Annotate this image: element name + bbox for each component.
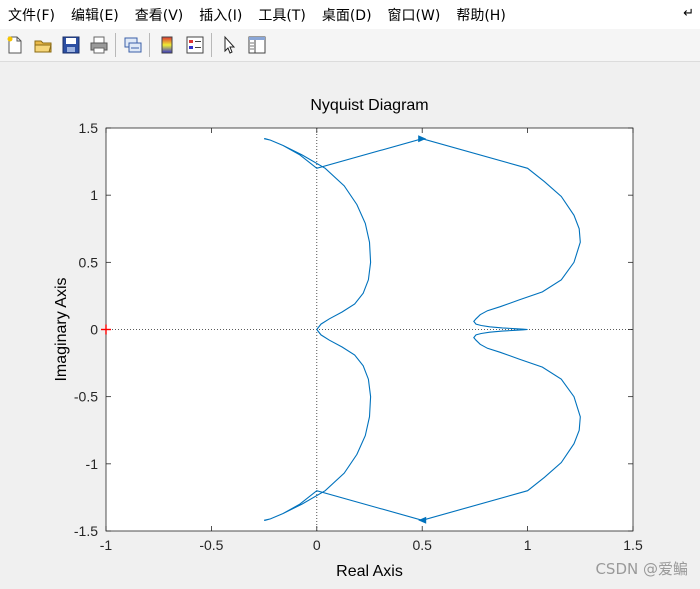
dock-arrow-icon[interactable]: ↵ [683, 6, 694, 21]
menu-tools[interactable]: 工具(T) [250, 0, 313, 29]
pointer-icon[interactable] [216, 33, 241, 58]
y-tick-label: 1 [90, 187, 98, 203]
y-tick-label: -1 [86, 456, 99, 472]
x-tick-label: -0.5 [199, 537, 223, 553]
menu-insert[interactable]: 插入(I) [191, 0, 250, 29]
print-icon[interactable] [86, 33, 111, 58]
menu-desktop[interactable]: 桌面(D) [314, 0, 380, 29]
figure-canvas: -1 -0.5 0 0.5 1 1.5 -1.5-1-0.500.511.5 Nyquis… [53, 97, 643, 580]
x-tick-label: -1 [100, 537, 113, 553]
save-icon[interactable] [58, 33, 83, 58]
menu-file[interactable]: 文件(F) [0, 0, 63, 29]
x-tick-label: 1 [524, 537, 532, 553]
y-tick-label: -0.5 [74, 389, 98, 405]
y-tick-label: 0 [90, 322, 98, 338]
watermark: CSDN @爱鳊 [595, 560, 688, 578]
x-tick-label: 0.5 [412, 537, 432, 553]
chart-title: Nyquist Diagram [310, 97, 428, 114]
x-axis-label: Real Axis [336, 563, 403, 580]
menu-window[interactable]: 窗口(W) [380, 0, 449, 29]
menu-help[interactable]: 帮助(H) [448, 0, 513, 29]
x-tick-label: 0 [313, 537, 321, 553]
toolbar-separator [149, 33, 150, 57]
link-plot-icon[interactable] [120, 33, 145, 58]
y-tick-labels: -1.5 -1 -0.5 0 0.5 1 1.5 [74, 120, 98, 539]
plot-browser-icon[interactable] [244, 33, 269, 58]
menu-bar: 文件(F) 编辑(E) 查看(V) 插入(I) 工具(T) 桌面(D) 窗口(W… [0, 0, 700, 29]
colorbar-icon[interactable] [154, 33, 179, 58]
y-tick-label: 0.5 [79, 254, 99, 270]
y-tick-label: -1.5 [74, 523, 98, 539]
toolbar-separator [115, 33, 116, 57]
new-figure-icon[interactable] [2, 33, 27, 58]
x-tick-labels: -1 -0.5 0 0.5 1 1.5 [100, 537, 643, 553]
y-tick-label: 1.5 [79, 120, 99, 136]
menu-edit[interactable]: 编辑(E) [63, 0, 127, 29]
x-tick-label: 1.5 [623, 537, 643, 553]
open-file-icon[interactable] [30, 33, 55, 58]
menu-view[interactable]: 查看(V) [127, 0, 192, 29]
y-axis-label: Imaginary Axis [53, 277, 70, 381]
figure-toolbar [0, 29, 700, 62]
legend-icon[interactable] [182, 33, 207, 58]
toolbar-separator [211, 33, 212, 57]
